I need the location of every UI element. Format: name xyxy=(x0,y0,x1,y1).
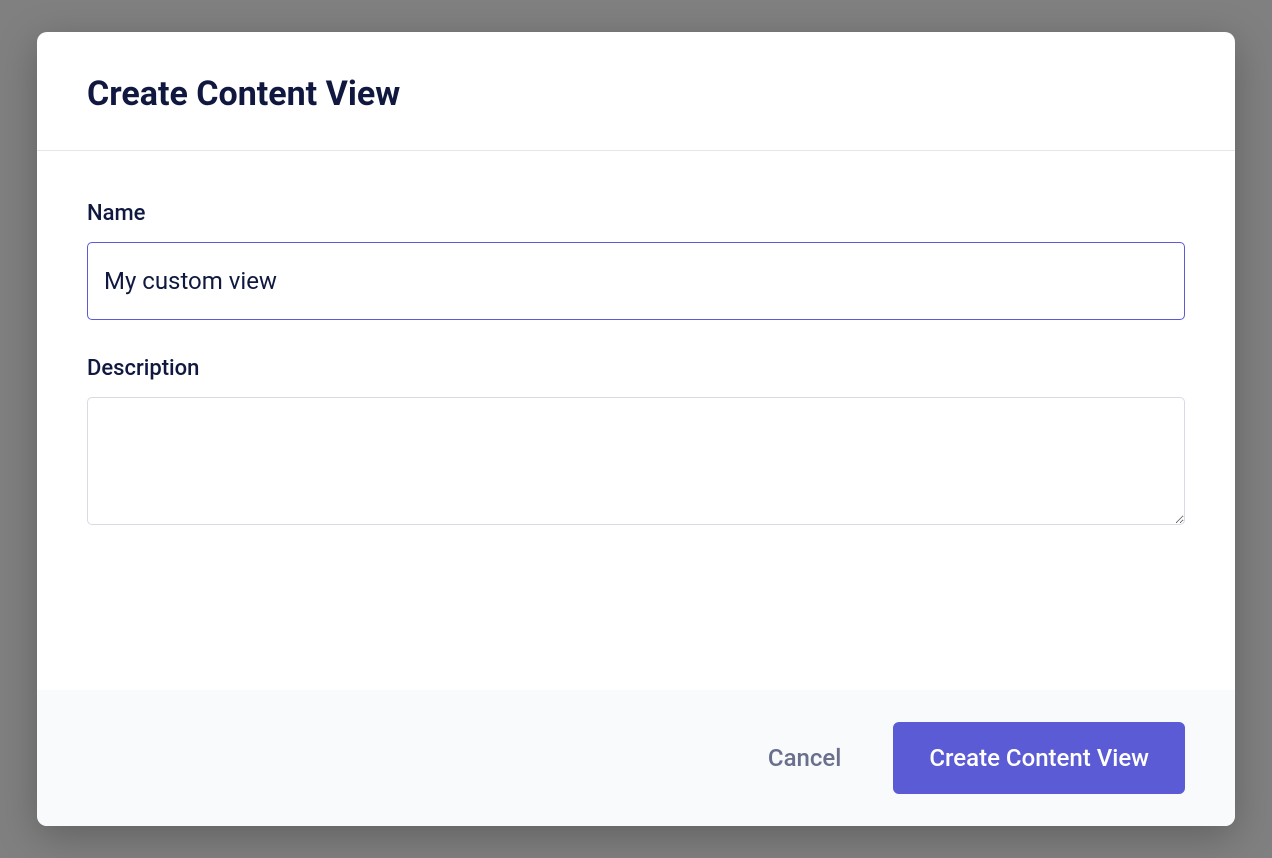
name-input[interactable] xyxy=(87,242,1185,320)
modal-title: Create Content View xyxy=(87,74,1185,114)
create-content-view-modal: Create Content View Name Description Can… xyxy=(37,32,1235,826)
name-field-group: Name xyxy=(87,201,1185,320)
description-textarea[interactable] xyxy=(87,397,1185,525)
name-label: Name xyxy=(87,201,1185,226)
modal-footer: Cancel Create Content View xyxy=(37,690,1235,826)
create-content-view-button[interactable]: Create Content View xyxy=(893,722,1185,794)
modal-header: Create Content View xyxy=(37,32,1235,151)
description-label: Description xyxy=(87,356,1185,381)
description-field-group: Description xyxy=(87,356,1185,529)
cancel-button[interactable]: Cancel xyxy=(756,726,853,790)
modal-body: Name Description xyxy=(37,151,1235,690)
